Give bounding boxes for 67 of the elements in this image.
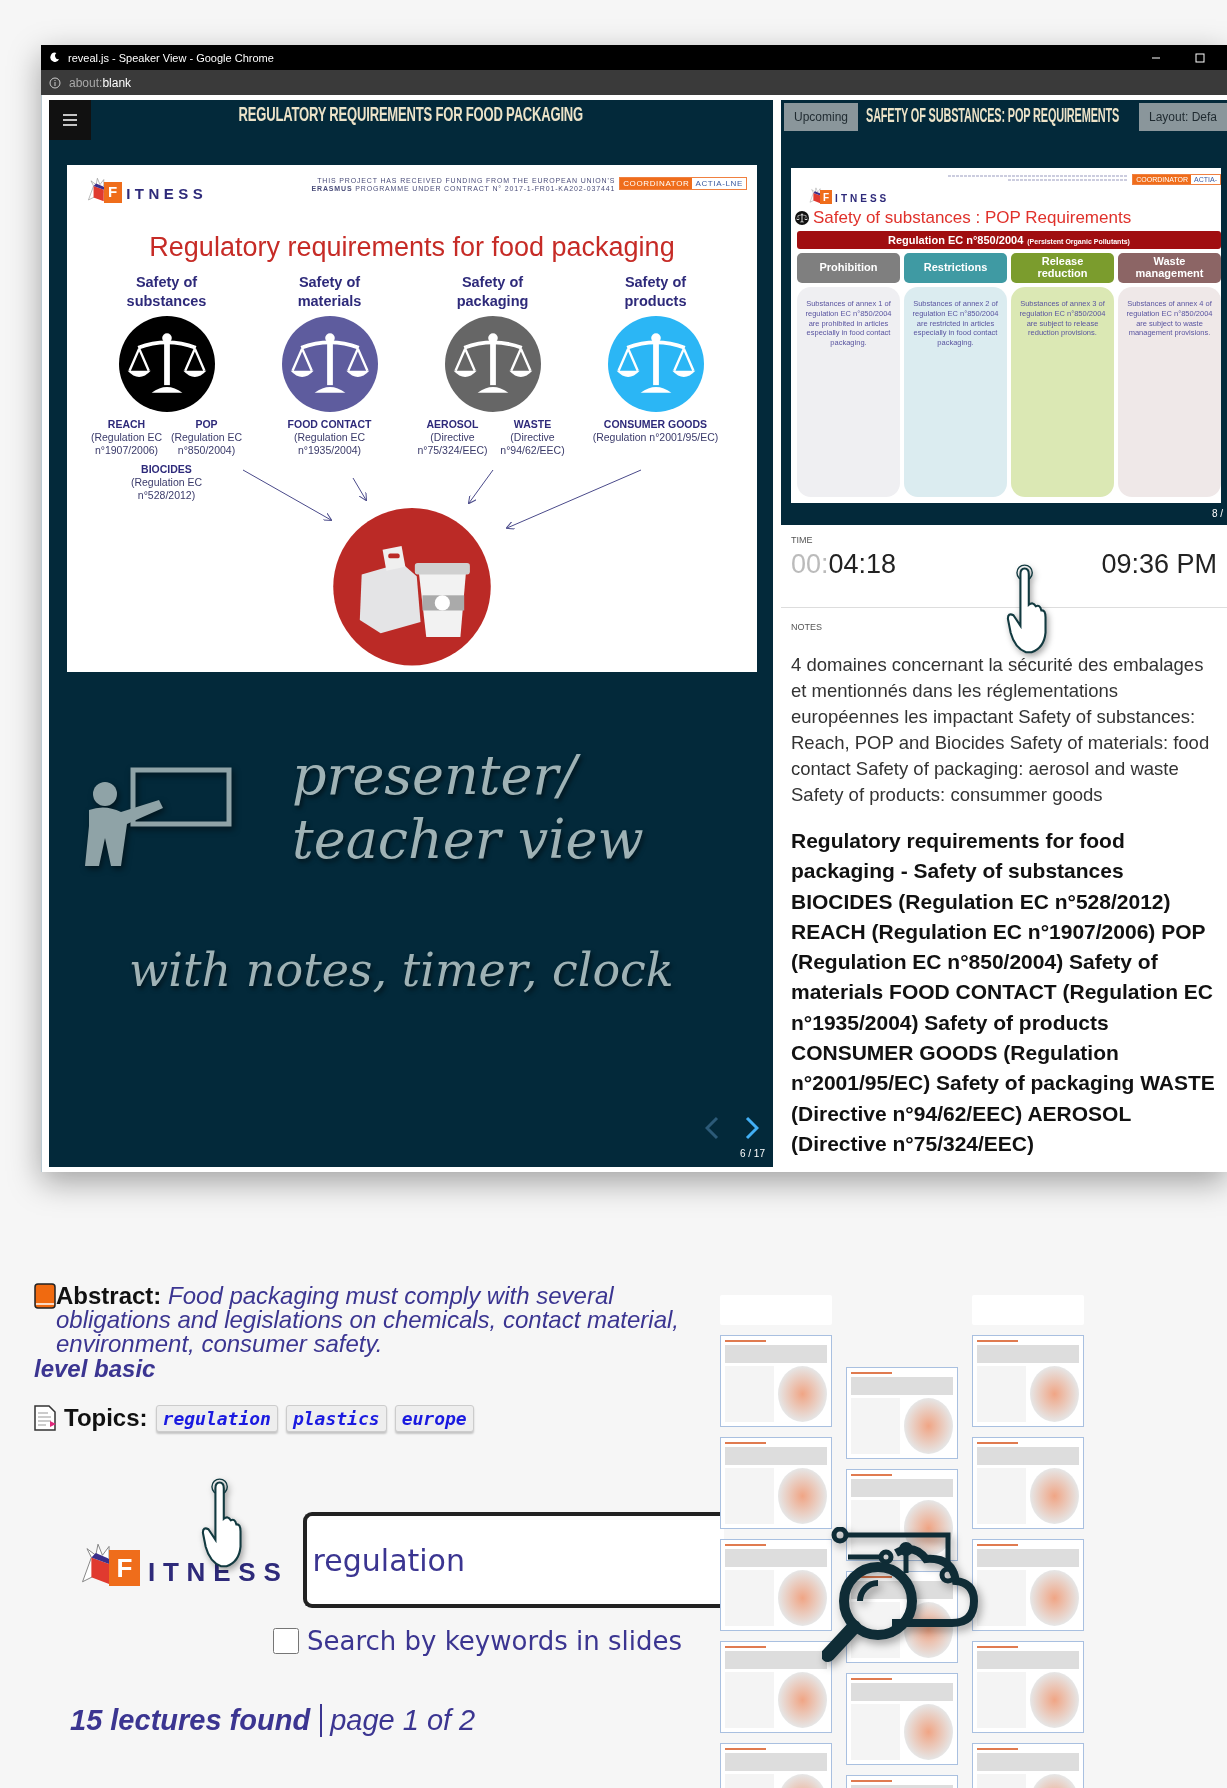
column-heading: Prohibition [797,253,900,283]
document-icon [34,1405,56,1431]
elapsed-timer: 00:04:18 [791,549,897,580]
topics-label: Topics: [64,1404,148,1432]
results-count: 15 lectures found [70,1704,311,1737]
category-title: Safety of packaging [455,273,530,310]
logo-text: ITNESS [835,193,890,204]
scales-icon [795,211,809,225]
search-field[interactable]: regulation [302,1512,724,1608]
maximize-icon[interactable] [1195,52,1205,63]
window-title: reveal.js - Speaker View - Google Chrome [68,51,274,64]
column-heading: Release reduction [1011,253,1114,283]
slide-header: REGULATORY REQUIREMENTS FOR FOOD PACKAGING [238,102,584,126]
topic-tag[interactable]: plastics [285,1404,387,1432]
logo-letter: F [820,190,833,204]
notes-summary: Regulatory requirements for food packaging - Safety of substances BIOCIDES (Regulation EC n°528/2012) REACH (Regulation EC n°1907/2006) POP (Regulation EC n°850/2004) Safety of materials FOOD CONTACT (Regulation EC n°1935/2004) Safety of products CONSUMER GOODS (Regulation n°2001/95/EC) Safety of packaging WASTE (Directive n°94/62/EEC) AEROSOL (Directive n°75/324/EEC) [791,828,1216,1157]
logo-letter: F [103,181,122,203]
topic-tag[interactable]: europe [394,1404,474,1432]
logo-letter: F [108,1549,141,1587]
slide-counter: 8 / [1211,508,1223,519]
column-heading: Waste management [1118,253,1221,283]
level-text: level basic [34,1356,157,1382]
regulation-text: REACH (Regulation EC n°1907/2006) [89,417,164,458]
checkbox-label: Search by keywords in slides [307,1626,682,1656]
category-title: Safety of materials [296,273,363,310]
coordinator-label: COORDINATOR [620,178,693,189]
topic-tag[interactable]: regulation [155,1404,278,1432]
category-title: Safety of substances [125,273,208,310]
arrow [467,469,494,505]
layout-button[interactable]: Layout: Defa [1138,103,1227,131]
logo-text: ITNESS [147,1557,289,1587]
category-title: Safety of products [623,273,688,310]
upcoming-button[interactable]: Upcoming [784,103,859,131]
overlay-caption: presenter/ [292,744,644,808]
checkbox[interactable] [273,1628,299,1654]
regulation-text: CONSUMER GOODS (Regulation n°2001/95/EC) [591,417,720,444]
regulation-text: FOOD CONTACT (Regulation EC n°1935/2004) [286,417,373,458]
logo-text: ITNESS [126,186,208,203]
coordinator-name: ACTIA-LNE [694,178,744,189]
overlay-caption: teacher view [292,808,644,872]
timer-label: TIME [791,535,814,545]
menu-button[interactable] [49,100,91,140]
magnifier-cloud-icon [822,1527,980,1665]
regulation-text: AEROSOL (Directive n°75/324/EEC) [416,417,489,458]
arrow [352,477,367,502]
regulation-text: POP (Regulation EC n°850/2004) [169,417,244,458]
info-icon [49,76,61,89]
moon-icon [49,52,60,63]
upcoming-header: SAFETY OF SUBSTANCES: POP REQUIREMENTS [866,103,1120,127]
clock-time: 09:36 PM [1101,549,1217,580]
notes-text: 4 domaines concernant la sécurité des embalages et mentionnés dans les réglementations européennes les impactant Safety of substances: Reach, POP and Biocides Safety of materials: food contact Safety of packaging: aerosol and waste Safety of products: consummer goods [791,653,1211,807]
slide-title: Regulatory requirements for food packaging [148,232,676,264]
abstract-text: Abstract: Food packaging must comply with several obligations and legislations on chemicals, contact material, environment, consumer safety. [56,1284,680,1356]
hand-pointer-icon [1005,563,1047,655]
notes-label: NOTES [791,622,823,632]
chevron-right-icon[interactable] [745,1116,759,1140]
regulation-text: BIOCIDES (Regulation EC n°528/2012) [129,463,204,503]
overlay-caption: with notes, timer, clock [129,942,675,999]
regulation-text: WASTE (Directive n°94/62/EEC) [499,417,566,458]
menu-icon [63,114,77,126]
book-icon [34,1283,56,1309]
column-heading: Restrictions [904,253,1007,283]
address-text[interactable]: about:blank [69,75,132,90]
regulation-text: Regulation EC n°850/2004 [888,234,1024,246]
page-indicator: page 1 of 2 [320,1704,476,1737]
slide-title: Safety of substances : POP Requirements [813,208,1132,228]
slide-counter: 6 / 17 [739,1148,765,1159]
